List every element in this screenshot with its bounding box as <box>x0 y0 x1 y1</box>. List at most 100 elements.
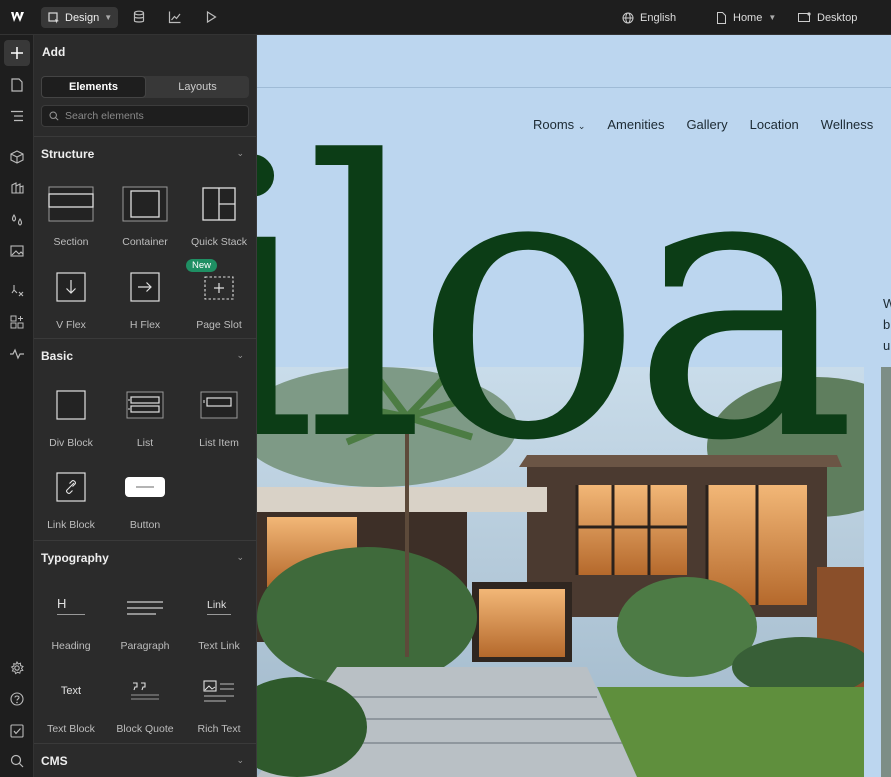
element-page-slot[interactable]: New Page Slot <box>182 259 256 339</box>
hero-brand-word: iloa <box>257 81 857 524</box>
element-label: Rich Text <box>197 723 241 735</box>
assets-icon <box>10 245 24 257</box>
left-rail <box>0 35 34 777</box>
h-flex-element-icon <box>130 272 160 302</box>
design-canvas[interactable]: Rooms ⌄ Amenities Gallery Location Welln… <box>257 35 891 777</box>
chevron-down-icon: ▼ <box>768 13 777 22</box>
settings-button[interactable] <box>4 655 30 681</box>
pages-button[interactable] <box>4 72 30 98</box>
assets-button[interactable] <box>4 238 30 264</box>
link-block-element-icon <box>56 472 86 502</box>
insights-icon <box>10 348 24 360</box>
element-link-block[interactable]: Link Block <box>34 459 108 539</box>
play-icon[interactable] <box>204 10 218 24</box>
element-label: Container <box>122 236 168 248</box>
element-section[interactable]: Section <box>34 176 108 256</box>
help-icon <box>10 692 24 706</box>
element-label: Paragraph <box>120 640 170 652</box>
text-glyph: Text <box>60 685 82 697</box>
language-selector[interactable]: English <box>622 0 676 35</box>
styles-button[interactable] <box>4 175 30 201</box>
checklist-button[interactable] <box>4 718 30 744</box>
element-block-quote[interactable]: Block Quote <box>108 663 182 743</box>
styles-icon <box>11 182 24 194</box>
apps-icon <box>10 315 24 329</box>
element-h-flex[interactable]: H Flex <box>108 259 182 339</box>
components-button[interactable] <box>4 144 30 170</box>
design-mode-button[interactable]: Design ▼ <box>41 7 118 28</box>
language-label: English <box>640 11 677 24</box>
search-icon <box>10 754 24 768</box>
element-v-flex[interactable]: V Flex <box>34 259 108 339</box>
list-item-element-icon <box>200 391 238 419</box>
navigator-icon <box>11 110 23 122</box>
search-input[interactable] <box>65 110 235 122</box>
paragraph-element-icon <box>127 601 163 615</box>
element-quick-stack[interactable]: Quick Stack <box>182 176 256 256</box>
add-icon <box>11 47 23 59</box>
page-label: Home <box>733 11 763 24</box>
element-text-block[interactable]: Text Text Block <box>34 663 108 743</box>
page-icon <box>717 11 726 24</box>
element-label: Section <box>53 236 89 248</box>
element-label: Div Block <box>49 437 93 449</box>
apps-button[interactable] <box>4 309 30 335</box>
tab-layouts[interactable]: Layouts <box>146 76 249 98</box>
pages-icon <box>11 78 23 92</box>
element-rich-text[interactable]: Rich Text <box>182 663 256 743</box>
element-label: Text Link <box>198 640 240 652</box>
navigator-button[interactable] <box>4 103 30 129</box>
section-header-typography[interactable]: Typography ⌄ <box>34 540 256 574</box>
add-panel-button[interactable] <box>4 40 30 66</box>
element-heading[interactable]: H Heading <box>34 580 108 660</box>
checklist-icon <box>10 724 24 738</box>
chart-icon[interactable] <box>168 10 182 24</box>
section-header-cms[interactable]: CMS ⌄ <box>34 743 256 777</box>
breakpoint-selector[interactable]: Desktop <box>798 0 857 35</box>
element-list-item[interactable]: List Item <box>182 377 256 457</box>
button-element-icon <box>125 477 165 497</box>
element-label: H Flex <box>129 319 161 331</box>
element-paragraph[interactable]: Paragraph <box>108 580 182 660</box>
search-button[interactable] <box>4 748 30 774</box>
logic-button[interactable] <box>4 278 30 304</box>
intro-letter: b <box>883 317 891 332</box>
chevron-down-icon: ⌄ <box>236 350 244 360</box>
rich-text-element-icon <box>203 680 234 702</box>
element-button[interactable]: Button <box>108 459 182 539</box>
element-label: Block Quote <box>116 723 174 735</box>
element-label: V Flex <box>56 319 86 331</box>
chevron-down-icon: ⌄ <box>236 755 244 765</box>
database-icon[interactable] <box>132 10 146 24</box>
section-title: Structure <box>41 146 95 161</box>
element-label: List <box>136 437 154 449</box>
text-link-element-icon: Link <box>204 597 234 619</box>
section-header-structure[interactable]: Structure ⌄ <box>34 136 256 170</box>
section-header-basic[interactable]: Basic ⌄ <box>34 338 256 372</box>
cursor-box-icon <box>48 11 59 23</box>
link-glyph: Link <box>207 599 227 611</box>
container-element-icon <box>122 186 168 222</box>
quick-stack-element-icon <box>202 187 236 221</box>
element-label: Button <box>129 519 161 531</box>
webflow-logo[interactable] <box>10 9 28 25</box>
page-slot-element-icon <box>204 276 234 300</box>
v-flex-element-icon <box>56 272 86 302</box>
element-div-block[interactable]: Div Block <box>34 377 108 457</box>
heading-element-icon: H <box>55 596 87 620</box>
intro-letter: W <box>883 296 891 311</box>
element-container[interactable]: Container <box>108 176 182 256</box>
settings-icon <box>10 661 24 675</box>
help-button[interactable] <box>4 686 30 712</box>
insights-button[interactable] <box>4 341 30 367</box>
chevron-down-icon: ⌄ <box>236 552 244 562</box>
element-list[interactable]: List <box>108 377 182 457</box>
add-panel: Add Elements Layouts Structure ⌄ Section… <box>34 35 257 777</box>
intro-text-fragment: W b u <box>883 293 891 356</box>
tab-elements[interactable]: Elements <box>41 76 146 98</box>
element-label: Heading <box>51 640 91 652</box>
heading-glyph: H <box>57 596 67 611</box>
element-text-link[interactable]: Link Text Link <box>182 580 256 660</box>
variables-button[interactable] <box>4 207 30 233</box>
page-selector[interactable]: Home ▼ <box>716 0 776 35</box>
